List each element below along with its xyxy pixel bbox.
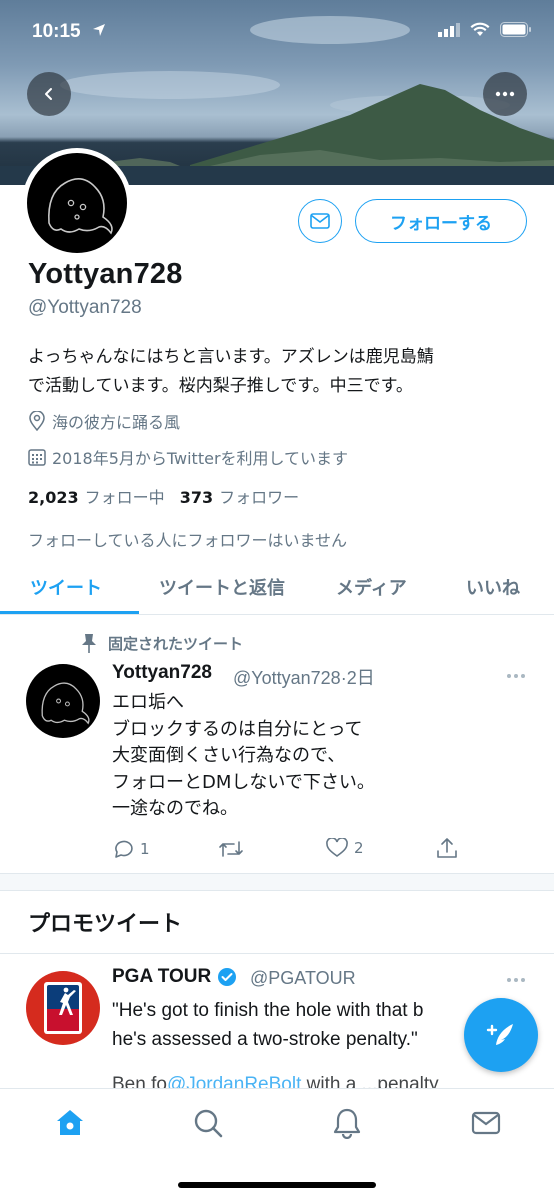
- back-icon: [45, 88, 52, 100]
- calendar-icon: [28, 449, 46, 466]
- home-icon[interactable]: [54, 1107, 86, 1139]
- tweet-line: ブロックするのは自分にとって: [112, 718, 363, 740]
- tweet-author-name[interactable]: Yottyan728: [112, 662, 212, 684]
- ghost-avatar-icon: [48, 178, 113, 235]
- followers-count: 373: [179, 488, 214, 507]
- promoted-cut-suffix: with a ...penalty: [301, 1074, 439, 1088]
- tab-tweets-replies[interactable]: ツイートと返信: [159, 574, 285, 600]
- signal-icon: [438, 22, 460, 37]
- compose-tweet-button[interactable]: [464, 998, 538, 1072]
- reply-button[interactable]: 1: [112, 838, 150, 860]
- pinned-label: 固定されたツイート: [108, 634, 244, 653]
- tweet-time: 2日: [346, 668, 375, 688]
- tweet-author-meta: @Yottyan728·2日: [233, 668, 375, 688]
- profile-location: 海の彼方に踊る風: [28, 409, 180, 433]
- reply-icon: [115, 840, 133, 858]
- promoted-author-avatar[interactable]: [26, 971, 100, 1045]
- location-arrow-icon: [93, 24, 105, 36]
- notifications-icon[interactable]: [332, 1107, 362, 1139]
- ghost-avatar-icon: [41, 682, 90, 725]
- tweet-more-button[interactable]: [506, 664, 526, 683]
- status-indicators: [438, 22, 532, 37]
- mail-icon: [310, 213, 330, 229]
- profile-tabs: ツイート ツイートと返信 メディア いいね: [0, 560, 554, 615]
- following-label: フォロー中: [84, 488, 165, 507]
- bio-line: で活動しています。桜内梨子推しです。中三です。: [28, 376, 413, 396]
- promoted-author-name: PGA TOUR: [112, 966, 212, 987]
- tab-likes[interactable]: いいね: [466, 574, 520, 600]
- promoted-section-title: プロモツイート: [28, 912, 183, 937]
- location-icon: [29, 411, 45, 431]
- tweet-line: エロ垢へ: [112, 692, 184, 713]
- bio-line: よっちゃんなにはちと言います。アズレンは鹿児島鯖: [28, 347, 434, 367]
- verified-icon: [218, 968, 237, 986]
- followers-label: フォロワー: [219, 488, 300, 507]
- share-button[interactable]: [436, 836, 458, 860]
- active-tab-indicator: [0, 611, 139, 614]
- more-icon: [507, 978, 525, 982]
- more-options-button[interactable]: [483, 72, 527, 116]
- tweet-line: 大変面倒くさい行為なので、: [112, 745, 346, 766]
- messages-icon[interactable]: [470, 1107, 502, 1139]
- tab-tweets[interactable]: ツイート: [30, 574, 102, 600]
- profile-joined: 2018年5月からTwitterを利用しています: [28, 445, 348, 469]
- follow-button[interactable]: フォローする: [355, 199, 527, 243]
- tab-media[interactable]: メディア: [336, 574, 407, 600]
- promoted-tweet-cutoff-line: Ben fo@JordanReBolt with a ...penalty: [112, 1074, 439, 1088]
- promoted-author-name-row[interactable]: PGA TOUR: [112, 966, 237, 988]
- pin-icon: [82, 634, 96, 653]
- tweet-text: エロ垢へ ブロックするのは自分にとって 大変面倒くさい行為なので、 フォローとD…: [112, 690, 375, 823]
- like-count: 2: [354, 839, 364, 857]
- followers-stat[interactable]: 373 フォロワー: [180, 488, 299, 507]
- following-stat[interactable]: 2,023 フォロー中: [28, 488, 165, 507]
- tweet-line: フォローとDMしないで下さい。: [112, 771, 375, 793]
- message-button[interactable]: [298, 199, 342, 243]
- promoted-cut-prefix: Ben fo: [112, 1074, 167, 1088]
- home-indicator: [178, 1182, 376, 1188]
- pga-tour-logo: [44, 982, 82, 1034]
- following-count: 2,023: [28, 488, 79, 507]
- section-separator: [0, 873, 554, 891]
- joined-text: 2018年5月からTwitterを利用しています: [52, 449, 349, 468]
- promoted-line: "He's got to finish the hole with that b: [112, 1000, 424, 1021]
- battery-icon: [500, 22, 531, 37]
- tweet-line: 一途なのでね。: [112, 798, 238, 819]
- like-button[interactable]: 2: [326, 838, 364, 858]
- status-time: 10:15: [32, 21, 81, 42]
- profile-name: Yottyan728: [28, 258, 183, 290]
- profile-avatar[interactable]: [22, 148, 132, 258]
- back-button[interactable]: [27, 72, 71, 116]
- promoted-tweet-text: "He's got to finish the hole with that b…: [112, 996, 423, 1054]
- pinned-label-row: 固定されたツイート: [80, 632, 243, 654]
- tweet-author-handle: @Yottyan728: [233, 668, 341, 688]
- reply-count: 1: [140, 840, 150, 858]
- promoted-more-button[interactable]: [506, 968, 526, 987]
- promoted-cut-link[interactable]: @JordanReBolt: [167, 1074, 301, 1088]
- wifi-icon: [470, 22, 490, 36]
- more-icon: [495, 91, 515, 97]
- retweet-icon: [219, 841, 243, 857]
- promoted-line: he's assessed a two-stroke penalty.": [112, 1029, 418, 1050]
- search-icon[interactable]: [192, 1107, 224, 1139]
- profile-stats: 2,023 フォロー中 373 フォロワー: [28, 484, 299, 508]
- promoted-author-handle: @PGATOUR: [250, 968, 356, 988]
- more-icon: [507, 674, 525, 678]
- retweet-button[interactable]: [218, 838, 244, 860]
- followers-you-know: フォローしている人にフォロワーはいません: [28, 531, 348, 550]
- profile-bio: よっちゃんなにはちと言います。アズレンは鹿児島鯖 で活動しています。桜内梨子推し…: [28, 343, 528, 401]
- divider: [0, 953, 554, 954]
- like-icon: [326, 838, 348, 857]
- location-text: 海の彼方に踊る風: [52, 413, 181, 432]
- share-icon: [437, 838, 457, 858]
- tweet-actions: 1 2: [112, 836, 472, 866]
- profile-handle: @Yottyan728: [28, 297, 142, 318]
- tweet-author-avatar[interactable]: [26, 664, 100, 738]
- compose-icon: [486, 1024, 513, 1045]
